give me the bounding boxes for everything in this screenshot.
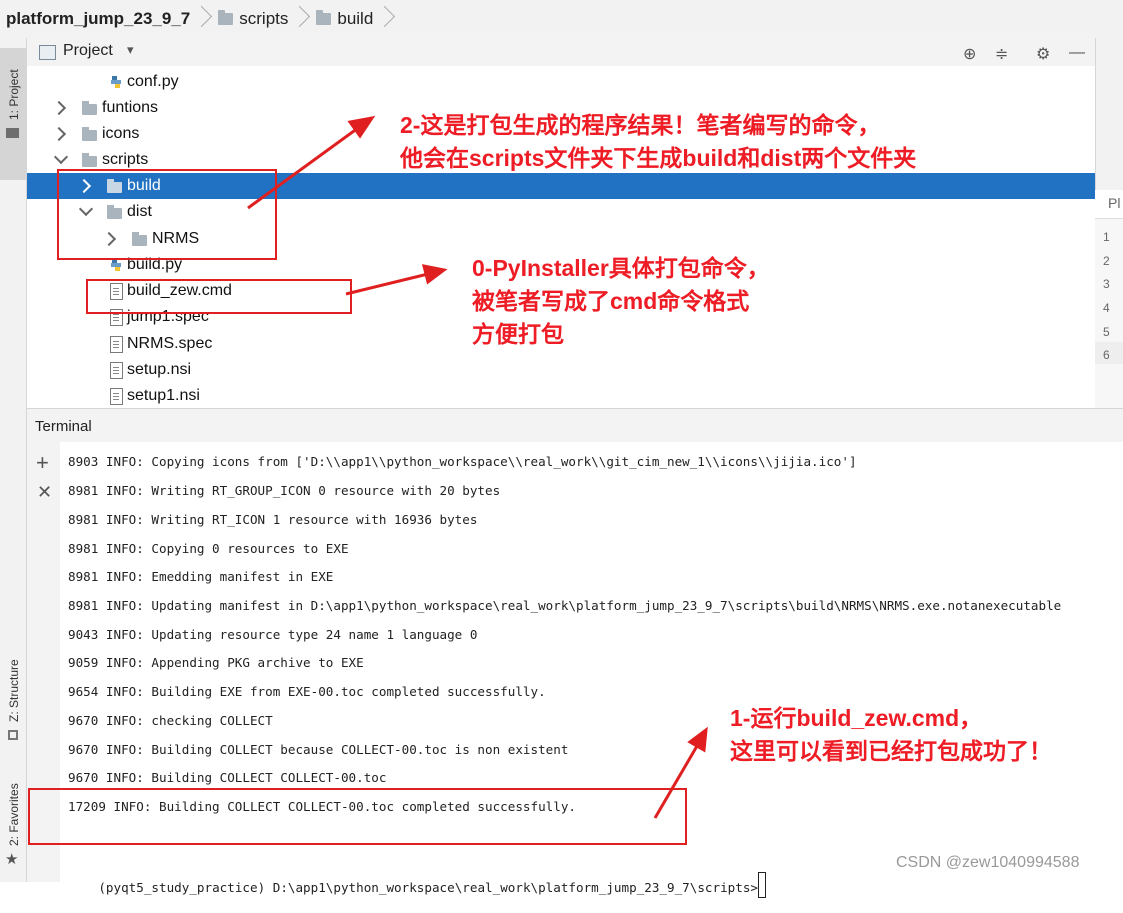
terminal-prompt: (pyqt5_study_practice) D:\app1\python_wo… <box>98 880 758 895</box>
annotation-line: 被笔者写成了cmd命令格式 <box>472 288 750 314</box>
arrow-head <box>347 115 376 139</box>
arrow-head <box>687 726 708 753</box>
arrow-line <box>345 272 429 296</box>
annotation-line: 0-PyInstaller具体打包命令， <box>472 255 770 281</box>
arrow-line <box>247 126 359 210</box>
annotation-line: 2-这是打包生成的程序结果！笔者编写的命令， <box>400 112 881 138</box>
watermark: CSDN @zew1040994588 <box>896 854 1080 871</box>
annotation-line: 这里可以看到已经打包成功了！ <box>730 738 1052 764</box>
annotation-line: 他会在scripts文件夹下生成build和dist两个文件夹 <box>400 145 917 171</box>
annotation-2: 2-这是打包生成的程序结果！笔者编写的命令， 他会在scripts文件夹下生成b… <box>400 109 916 175</box>
annotation-1: 1-运行build_zew.cmd， 这里可以看到已经打包成功了！ <box>730 702 1052 768</box>
arrow-line <box>653 745 699 819</box>
arrow-head <box>421 264 448 285</box>
annotation-0: 0-PyInstaller具体打包命令， 被笔者写成了cmd命令格式 方便打包 <box>472 252 770 351</box>
annotation-line: 方便打包 <box>472 321 564 347</box>
annotation-line: 1-运行build_zew.cmd， <box>730 705 983 731</box>
